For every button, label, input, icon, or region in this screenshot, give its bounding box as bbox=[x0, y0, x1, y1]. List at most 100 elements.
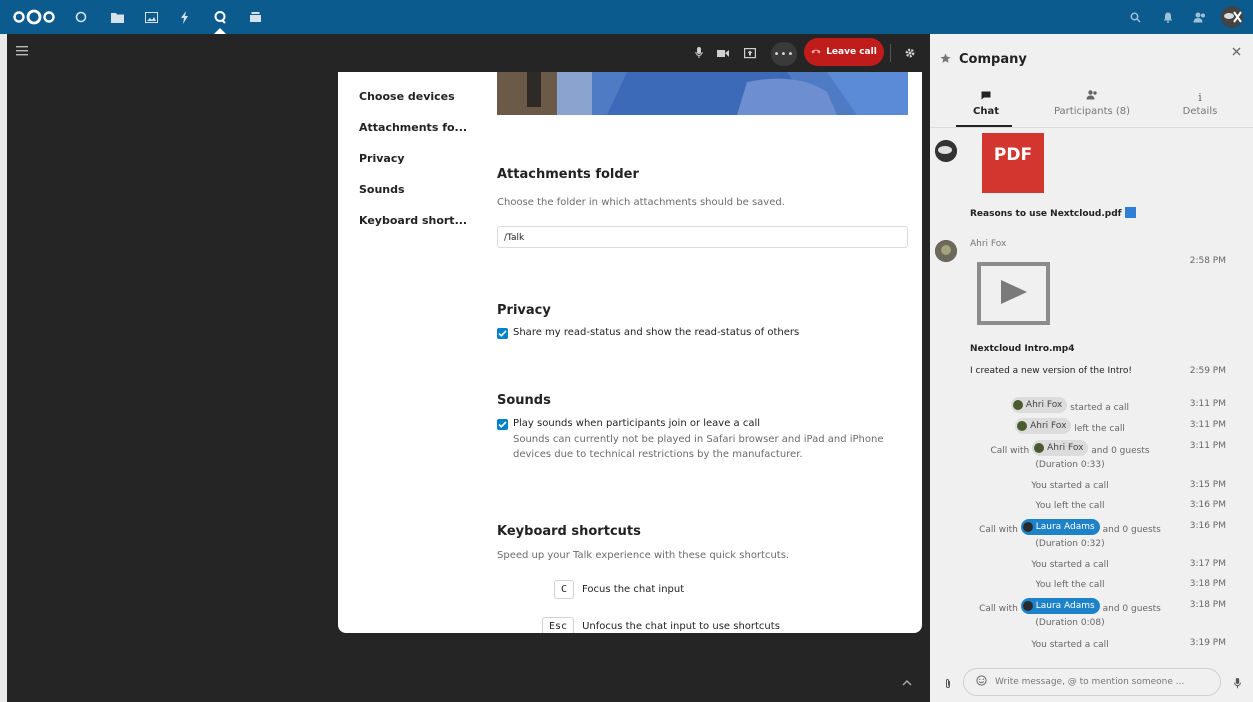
top-bar bbox=[0, 0, 1253, 34]
shortcut-action: Focus the chat input bbox=[582, 584, 685, 595]
avatar[interactable] bbox=[935, 240, 957, 262]
message-composer[interactable]: Write message, @ to mention someone ... bbox=[963, 668, 1221, 696]
message-time: 3:15 PM bbox=[1189, 480, 1226, 490]
system-message: You left the call bbox=[1035, 501, 1105, 511]
leave-call-label: Leave call bbox=[826, 47, 877, 57]
nav-privacy[interactable]: Privacy bbox=[359, 152, 467, 183]
nav-keyboard-shortcuts[interactable]: Keyboard short... bbox=[359, 214, 467, 245]
message-time: 3:16 PM bbox=[1189, 521, 1226, 531]
deck-icon[interactable] bbox=[247, 9, 263, 25]
video-file-preview[interactable] bbox=[977, 262, 1050, 325]
system-text: Call with bbox=[979, 525, 1018, 535]
system-text: and 0 guests bbox=[1091, 446, 1150, 456]
photos-icon[interactable] bbox=[143, 9, 159, 25]
more-options-button[interactable]: ••• bbox=[771, 42, 797, 66]
conversation-title: Company bbox=[959, 52, 1027, 67]
settings-modal: Choose devices Attachments fo... Privacy… bbox=[338, 72, 922, 633]
menu-icon[interactable] bbox=[16, 45, 30, 57]
emoji-icon[interactable] bbox=[976, 675, 987, 689]
phone-hangup-icon bbox=[811, 47, 821, 57]
mention-name: Ahri Fox bbox=[1025, 400, 1063, 410]
leave-call-button[interactable]: Leave call bbox=[804, 38, 884, 66]
camera-preview bbox=[497, 72, 908, 115]
system-message: Call with Laura Adams and 0 guests (Dura… bbox=[970, 598, 1170, 630]
voice-message-microphone-icon[interactable] bbox=[1234, 678, 1241, 692]
message-time: 2:58 PM bbox=[1189, 256, 1226, 266]
play-sounds-label: Play sounds when participants join or le… bbox=[513, 418, 761, 429]
mention-chip[interactable]: Ahri Fox bbox=[1015, 418, 1072, 434]
settings-content: Attachments folder Choose the folder in … bbox=[497, 72, 908, 633]
read-status-checkbox[interactable] bbox=[497, 328, 508, 339]
activity-icon[interactable] bbox=[177, 9, 193, 25]
pdf-filename: Reasons to use Nextcloud.pdf bbox=[970, 209, 1122, 219]
favorite-star-icon[interactable] bbox=[940, 53, 951, 67]
external-link-icon bbox=[1124, 207, 1136, 218]
play-sounds-checkbox[interactable] bbox=[497, 419, 508, 430]
notifications-icon[interactable] bbox=[1160, 9, 1176, 25]
tab-participants[interactable]: Participants (8) bbox=[1040, 90, 1144, 117]
shortcuts-description: Speed up your Talk experience with these… bbox=[497, 550, 790, 561]
chat-icon bbox=[934, 90, 1038, 106]
mention-chip[interactable]: Laura Adams bbox=[1020, 519, 1100, 535]
system-message: Ahri Fox started a call bbox=[970, 397, 1170, 415]
mention-chip[interactable]: Ahri Fox bbox=[1010, 397, 1068, 413]
avatar bbox=[1022, 601, 1033, 611]
user-avatar[interactable] bbox=[1221, 6, 1243, 28]
dashboard-icon[interactable] bbox=[73, 9, 89, 25]
play-sounds-option[interactable]: Play sounds when participants join or le… bbox=[497, 418, 760, 430]
screen-share-icon[interactable] bbox=[742, 42, 758, 64]
system-message: You started a call bbox=[1031, 560, 1109, 570]
shortcut-action: Unfocus the chat input to use shortcuts bbox=[582, 621, 780, 632]
talk-icon[interactable] bbox=[212, 9, 228, 25]
mention-chip[interactable]: Laura Adams bbox=[1020, 598, 1100, 614]
system-message: You left the call bbox=[1035, 580, 1105, 590]
system-message: Call with Ahri Fox and 0 guests (Duratio… bbox=[970, 440, 1170, 472]
nav-attachments-folder[interactable]: Attachments fo... bbox=[359, 121, 467, 152]
pdf-filename-link[interactable]: Reasons to use Nextcloud.pdf bbox=[970, 207, 1136, 219]
message-text: I created a new version of the Intro! bbox=[970, 366, 1132, 376]
read-status-option[interactable]: Share my read-status and show the read-s… bbox=[497, 327, 799, 339]
nextcloud-logo[interactable] bbox=[12, 9, 56, 25]
message-time: 3:11 PM bbox=[1189, 420, 1226, 430]
attachments-heading: Attachments folder bbox=[497, 167, 639, 182]
contacts-icon[interactable] bbox=[1191, 9, 1207, 25]
close-sidebar-icon[interactable] bbox=[1232, 45, 1241, 60]
tab-chat[interactable]: Chat bbox=[934, 90, 1038, 117]
settings-gear-icon[interactable] bbox=[903, 42, 917, 64]
message-author: Ahri Fox bbox=[970, 239, 1007, 249]
shortcut-key: Esc bbox=[542, 617, 575, 633]
files-icon[interactable] bbox=[109, 9, 125, 25]
controls-divider bbox=[890, 44, 891, 62]
avatar bbox=[1012, 400, 1023, 410]
nav-sounds[interactable]: Sounds bbox=[359, 183, 467, 214]
microphone-icon[interactable] bbox=[692, 42, 706, 64]
chevron-up-icon[interactable] bbox=[902, 676, 912, 689]
tab-chat-label: Chat bbox=[973, 106, 999, 117]
video-filename[interactable]: Nextcloud Intro.mp4 bbox=[970, 344, 1075, 354]
read-status-label: Share my read-status and show the read-s… bbox=[513, 327, 800, 338]
call-duration: (Duration 0:33) bbox=[1035, 460, 1105, 470]
avatar[interactable] bbox=[935, 140, 957, 162]
tab-participants-label: Participants (8) bbox=[1053, 106, 1131, 117]
pdf-file-preview[interactable]: PDF bbox=[982, 133, 1044, 193]
sounds-heading: Sounds bbox=[497, 393, 551, 408]
info-icon: i bbox=[1198, 91, 1202, 104]
attachments-folder-input[interactable]: /Talk bbox=[497, 226, 908, 248]
message-time: 3:19 PM bbox=[1189, 638, 1226, 648]
shortcut-row: C Focus the chat input bbox=[554, 580, 684, 599]
system-message: Call with Laura Adams and 0 guests (Dura… bbox=[970, 519, 1170, 551]
settings-nav: Choose devices Attachments fo... Privacy… bbox=[359, 90, 467, 245]
sounds-hint: Sounds can currently not be played in Sa… bbox=[513, 434, 884, 460]
tab-details[interactable]: i Details bbox=[1148, 90, 1252, 117]
attachment-paperclip-icon[interactable] bbox=[945, 678, 951, 692]
nav-choose-devices[interactable]: Choose devices bbox=[359, 90, 467, 121]
mention-chip[interactable]: Ahri Fox bbox=[1032, 440, 1089, 456]
message-time: 2:59 PM bbox=[1189, 366, 1226, 376]
avatar bbox=[1022, 522, 1033, 532]
avatar bbox=[1017, 421, 1028, 431]
message-time: 3:17 PM bbox=[1189, 559, 1226, 569]
camera-icon[interactable] bbox=[716, 42, 730, 64]
search-icon[interactable] bbox=[1127, 9, 1143, 25]
tab-details-label: Details bbox=[1182, 106, 1218, 117]
system-text: and 0 guests bbox=[1102, 604, 1161, 614]
